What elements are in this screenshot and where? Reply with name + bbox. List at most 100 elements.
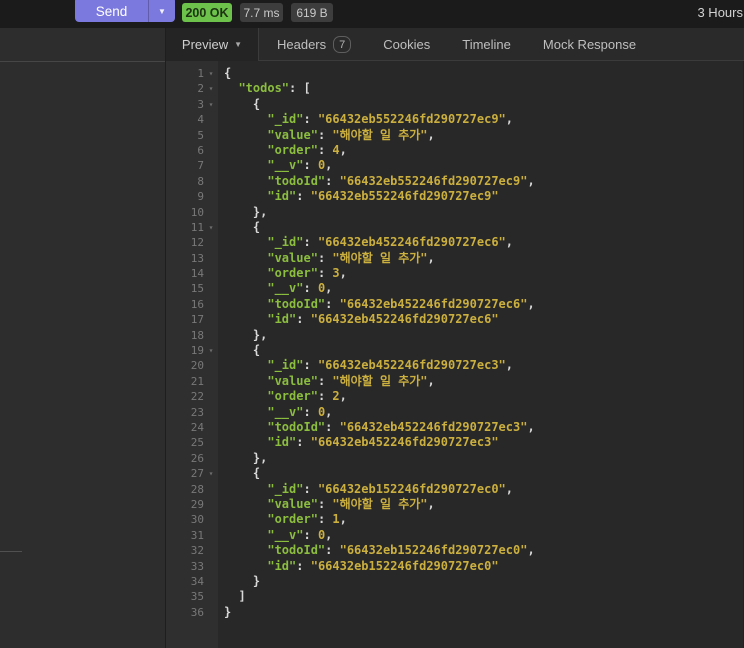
code-line: "__v": 0, <box>267 527 333 542</box>
code-line: "order": 4, <box>267 142 347 157</box>
line-number: 35 <box>190 590 204 604</box>
code-line: "id": "66432eb152246fd290727ec0" <box>267 558 499 573</box>
gutter-line: 35 <box>166 589 218 604</box>
fold-icon[interactable]: ▾ <box>204 97 218 112</box>
chevron-down-icon[interactable]: ▼ <box>149 0 175 22</box>
tab-headers-label: Headers <box>277 37 327 52</box>
gutter-line: 10 <box>166 205 218 220</box>
gutter-line: 31 <box>166 528 218 543</box>
line-number: 36 <box>190 605 204 619</box>
gutter-line: 11 ▾ <box>166 220 218 235</box>
gutter-line: 1 ▾ <box>166 66 218 81</box>
code-line: { <box>224 343 261 358</box>
gutter-line: 8 <box>166 174 218 189</box>
gutter-line: 25 <box>166 435 218 450</box>
gutter-line: 30 <box>166 512 218 527</box>
gutter-line: 36 <box>166 605 218 620</box>
fold-icon[interactable]: ▾ <box>204 66 218 81</box>
line-number: 27 <box>190 467 204 481</box>
line-number: 5 <box>197 128 204 142</box>
send-button-label[interactable]: Send <box>75 0 148 22</box>
fold-icon[interactable]: ▾ <box>204 81 218 96</box>
line-number: 31 <box>190 528 204 542</box>
gutter-line: 12 <box>166 235 218 250</box>
line-number: 3 <box>197 97 204 111</box>
code-line: "order": 2, <box>267 389 347 404</box>
gutter-line: 22 <box>166 389 218 404</box>
tab-headers[interactable]: Headers 7 <box>277 36 352 53</box>
gutter-line: 2 ▾ <box>166 81 218 96</box>
code-line: "todoId": "66432eb452246fd290727ec3", <box>267 419 535 434</box>
send-button[interactable]: Send ▼ <box>75 0 175 22</box>
json-preview-editor[interactable]: 1 ▾ 2 ▾ 3 ▾ 4 5 6 7 8 9 10 11 ▾ 12 13 14 15 16 17 18 19 ▾ 20 21 22… <box>166 61 744 648</box>
code-line: }, <box>224 327 268 342</box>
line-number: 32 <box>190 544 204 558</box>
status-badge: 200 OK <box>182 3 232 22</box>
response-history-button[interactable]: 3 Hours <box>697 0 743 24</box>
code-line: "__v": 0, <box>267 281 333 296</box>
line-number: 23 <box>190 405 204 419</box>
code-line: } <box>224 573 261 588</box>
gutter-line: 27 ▾ <box>166 466 218 481</box>
line-number: 8 <box>197 174 204 188</box>
line-number: 25 <box>190 436 204 450</box>
line-number: 4 <box>197 113 204 127</box>
line-number: 33 <box>190 559 204 573</box>
gutter-line: 18 <box>166 328 218 343</box>
code-line: "_id": "66432eb552246fd290727ec9", <box>267 112 514 127</box>
response-tabs: Preview ▼ Headers 7 Cookies Timeline Moc… <box>166 28 744 61</box>
gutter-line: 3 ▾ <box>166 97 218 112</box>
line-number: 34 <box>190 574 204 588</box>
request-panel-divider-fragment <box>0 551 22 552</box>
gutter-line: 7 <box>166 158 218 173</box>
gutter-line: 23 <box>166 405 218 420</box>
gutter-line: 5 <box>166 128 218 143</box>
line-number: 29 <box>190 497 204 511</box>
chevron-down-icon[interactable]: ▼ <box>234 40 242 49</box>
code-line: "todos": [ <box>238 81 311 96</box>
fold-icon[interactable]: ▾ <box>204 220 218 235</box>
code-line: }, <box>224 450 268 465</box>
fold-icon[interactable]: ▾ <box>204 343 218 358</box>
line-number: 9 <box>197 190 204 204</box>
gutter-line: 9 <box>166 189 218 204</box>
code-line: "_id": "66432eb452246fd290727ec3", <box>267 358 514 373</box>
tab-preview-label: Preview <box>181 37 229 52</box>
line-number: 19 <box>190 344 204 358</box>
fold-icon[interactable]: ▾ <box>204 466 218 481</box>
line-number: 30 <box>190 513 204 527</box>
code-line: "__v": 0, <box>267 158 333 173</box>
code-line: "value": "해야할 일 추가", <box>267 127 435 142</box>
line-number: 10 <box>190 205 204 219</box>
gutter-line: 17 <box>166 312 218 327</box>
line-number: 11 <box>190 220 204 234</box>
code-line: "todoId": "66432eb552246fd290727ec9", <box>267 173 535 188</box>
gutter: 1 ▾ 2 ▾ 3 ▾ 4 5 6 7 8 9 10 11 ▾ 12 13 14 15 16 17 18 19 ▾ 20 21 22… <box>166 61 218 648</box>
gutter-line: 28 <box>166 482 218 497</box>
tab-mock-response[interactable]: Mock Response <box>543 37 636 52</box>
code-line: "value": "해야할 일 추가", <box>267 250 435 265</box>
code-line: ] <box>224 589 246 604</box>
code-line: "value": "해야할 일 추가", <box>267 373 435 388</box>
code-line: "__v": 0, <box>267 404 333 419</box>
line-number: 2 <box>197 82 204 96</box>
gutter-line: 14 <box>166 266 218 281</box>
tab-preview[interactable]: Preview ▼ <box>166 28 259 61</box>
gutter-line: 13 <box>166 251 218 266</box>
tab-cookies[interactable]: Cookies <box>383 37 430 52</box>
gutter-line: 4 <box>166 112 218 127</box>
code-line: { <box>224 96 261 111</box>
line-number: 20 <box>190 359 204 373</box>
code-lines: { "todos": [ { "_id": "66432eb552246fd29… <box>218 61 744 648</box>
code-line: "_id": "66432eb152246fd290727ec0", <box>267 481 514 496</box>
tab-timeline[interactable]: Timeline <box>462 37 511 52</box>
code-line: "todoId": "66432eb452246fd290727ec6", <box>267 296 535 311</box>
top-bar: Send ▼ 200 OK 7.7 ms 619 B 3 Hours <box>0 0 744 28</box>
gutter-line: 33 <box>166 559 218 574</box>
line-number: 26 <box>190 451 204 465</box>
gutter-line: 24 <box>166 420 218 435</box>
line-number: 1 <box>197 67 204 80</box>
api-client-window: Send ▼ 200 OK 7.7 ms 619 B 3 Hours Previ… <box>0 0 744 648</box>
gutter-line: 21 <box>166 374 218 389</box>
line-number: 16 <box>190 297 204 311</box>
